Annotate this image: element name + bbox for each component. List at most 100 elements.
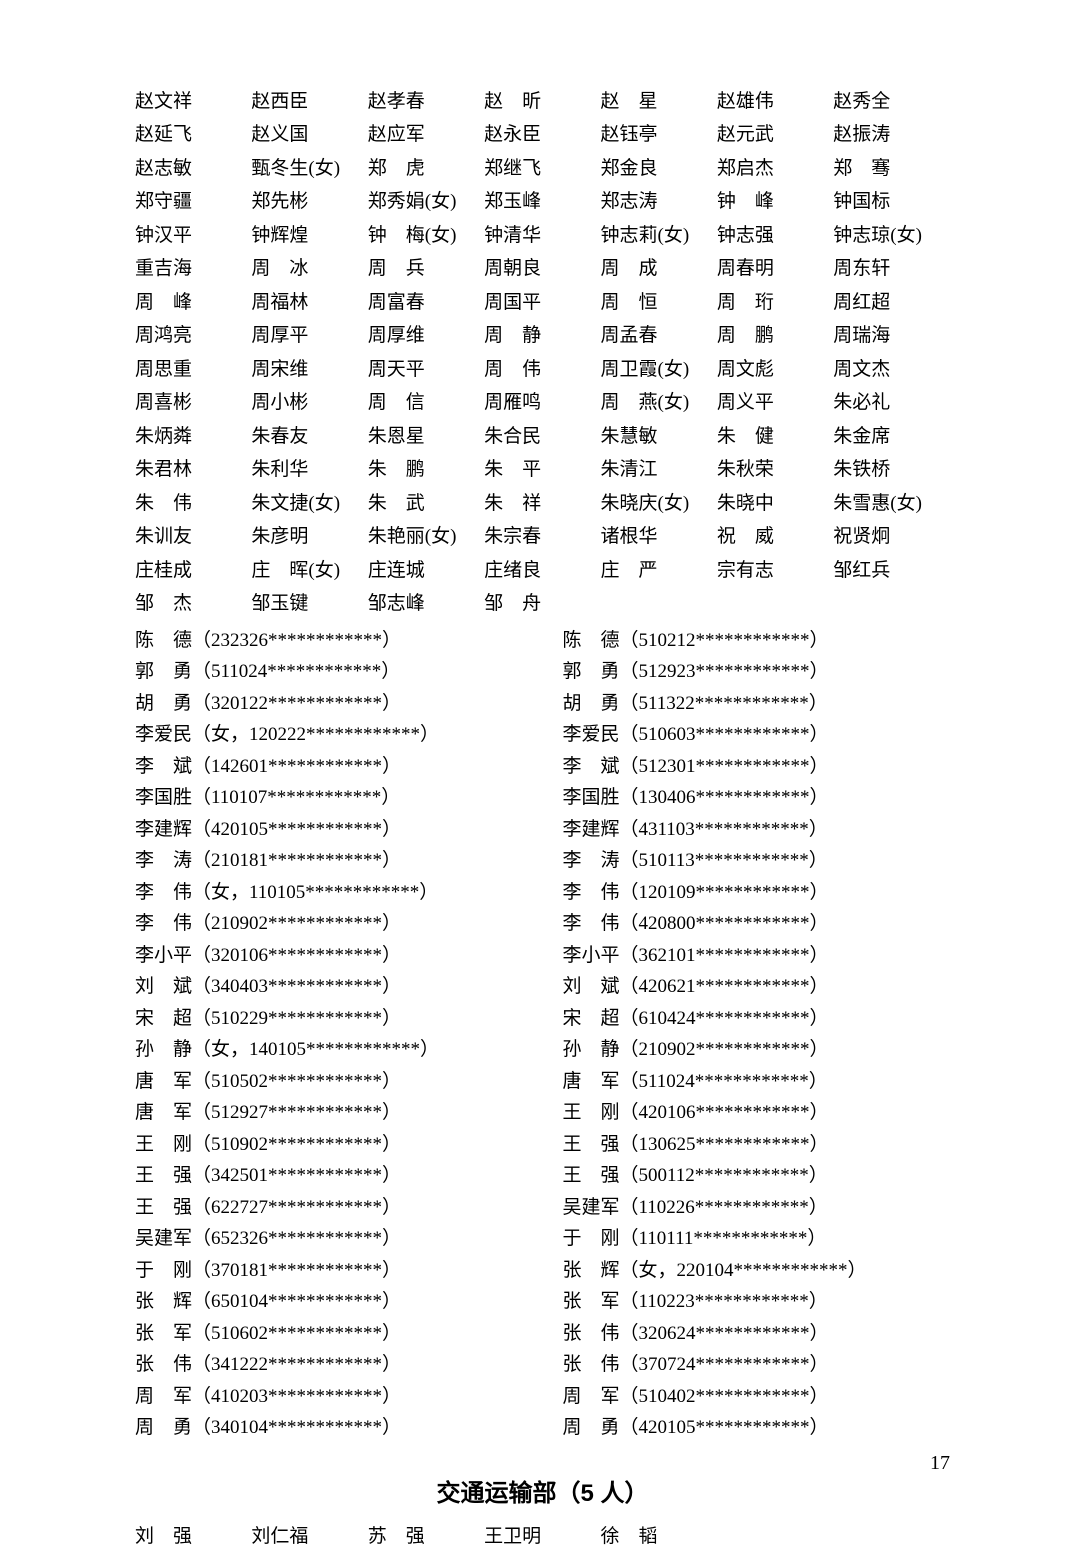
name-cell: 苏 强 [368,1520,484,1554]
id-left: 张 伟（341222************） [135,1351,543,1380]
name-cell: 庄 严 [601,554,717,588]
name-cell: 朱铁桥 [833,454,949,488]
id-left: 于 刚（370181************） [135,1257,543,1286]
id-right: 王 强（130625************） [543,1131,951,1160]
id-right: 李 斌（512301************） [543,753,951,782]
name-cell: 邹 杰 [135,588,251,622]
name-cell: 钟志琼(女) [833,219,949,253]
name-cell: 郑 骞 [833,152,949,186]
id-right: 张 伟（370724************） [543,1351,951,1380]
name-cell: 周 鹏 [717,320,833,354]
id-left: 刘 斌（340403************） [135,973,543,1002]
name-cell: 周厚平 [251,320,367,354]
id-left: 吴建军（652326************） [135,1225,543,1254]
id-right: 李小平（362101************） [543,942,951,971]
name-cell: 周 恒 [601,286,717,320]
name-cell: 王卫明 [484,1520,600,1554]
name-cell: 赵钰亭 [601,119,717,153]
name-cell: 郑秀娟(女) [368,186,484,220]
name-cell: 周孟春 [601,320,717,354]
id-right: 王 强（500112************） [543,1162,951,1191]
name-cell: 赵秀全 [833,85,949,119]
name-cell: 朱文捷(女) [251,487,367,521]
id-row: 周 军（410203************）周 军（510402*******… [135,1381,950,1413]
name-cell: 周国平 [484,286,600,320]
name-cell: 庄绪良 [484,554,600,588]
id-row: 王 强（342501************）王 强（500112*******… [135,1161,950,1193]
id-left: 李 涛（210181************） [135,847,543,876]
id-left: 李 斌（142601************） [135,753,543,782]
name-cell: 周天平 [368,353,484,387]
id-row: 王 强（622727************）吴建军（110226*******… [135,1192,950,1224]
name-cell: 朱慧敏 [601,420,717,454]
name-cell: 宗有志 [717,554,833,588]
name-cell: 邹志峰 [368,588,484,622]
id-row: 李爱民（女，120222************）李爱民（510603*****… [135,720,950,752]
name-cell: 周 冰 [251,253,367,287]
name-cell: 郑继飞 [484,152,600,186]
name-cell: 周宋维 [251,353,367,387]
name-cell: 赵 昕 [484,85,600,119]
id-left: 李爱民（女，120222************） [135,721,543,750]
name-cell: 钟 峰 [717,186,833,220]
name-cell: 朱 鹏 [368,454,484,488]
name-cell: 钟志强 [717,219,833,253]
name-cell: 周富春 [368,286,484,320]
name-cell: 徐 韬 [601,1520,717,1554]
name-cell: 朱金席 [833,420,949,454]
name-cell: 赵志敏 [135,152,251,186]
id-left: 孙 静（女，140105************） [135,1036,543,1065]
name-cell: 周福林 [251,286,367,320]
id-row: 孙 静（女，140105************）孙 静（210902*****… [135,1035,950,1067]
id-left: 陈 德（232326************） [135,627,543,656]
name-cell: 赵义国 [251,119,367,153]
name-cell: 刘仁福 [251,1520,367,1554]
id-row: 唐 军（512927************）王 刚（420106*******… [135,1098,950,1130]
id-right: 李国胜（130406************） [543,784,951,813]
name-cell: 周 兵 [368,253,484,287]
id-left: 张 辉（650104************） [135,1288,543,1317]
name-cell: 朱 武 [368,487,484,521]
id-row: 李国胜（110107************）李国胜（130406*******… [135,783,950,815]
id-left: 唐 军（512927************） [135,1099,543,1128]
name-cell: 周小彬 [251,387,367,421]
id-row: 刘 斌（340403************）刘 斌（420621*******… [135,972,950,1004]
section-title: 交通运输部（5 人） [135,1476,950,1512]
name-cell: 周红超 [833,286,949,320]
name-cell: 朱恩星 [368,420,484,454]
id-left: 李 伟（210902************） [135,910,543,939]
name-cell: 朱艳丽(女) [368,521,484,555]
name-cell: 朱春友 [251,420,367,454]
name-cell: 周文彪 [717,353,833,387]
id-left: 王 刚（510902************） [135,1131,543,1160]
name-cell: 周春明 [717,253,833,287]
name-cell: 赵元武 [717,119,833,153]
name-cell: 赵孝春 [368,85,484,119]
name-cell: 周文杰 [833,353,949,387]
name-cell: 周朝良 [484,253,600,287]
name-cell: 周 信 [368,387,484,421]
name-cell: 朱宗春 [484,521,600,555]
name-cell: 邹 舟 [484,588,600,622]
name-cell: 赵振涛 [833,119,949,153]
name-cell: 朱合民 [484,420,600,454]
name-cell: 郑先彬 [251,186,367,220]
id-row: 吴建军（652326************）于 刚（110111*******… [135,1224,950,1256]
id-row: 张 辉（650104************）张 军（110223*******… [135,1287,950,1319]
id-row: 张 军（510602************）张 伟（320624*******… [135,1318,950,1350]
id-right: 李爱民（510603************） [543,721,951,750]
name-cell: 邹红兵 [833,554,949,588]
name-cell: 周东轩 [833,253,949,287]
name-cell: 周鸿亮 [135,320,251,354]
id-row: 李小平（320106************）李小平（362101*******… [135,940,950,972]
name-cell: 周瑞海 [833,320,949,354]
id-left: 胡 勇（320122************） [135,690,543,719]
name-cell: 郑 虎 [368,152,484,186]
name-cell: 周 燕(女) [601,387,717,421]
id-right: 刘 斌（420621************） [543,973,951,1002]
id-row: 郭 勇（511024************）郭 勇（512923*******… [135,657,950,689]
id-left: 李 伟（女，110105************） [135,879,543,908]
name-cell: 周雁鸣 [484,387,600,421]
name-cell: 赵文祥 [135,85,251,119]
name-cell: 钟清华 [484,219,600,253]
